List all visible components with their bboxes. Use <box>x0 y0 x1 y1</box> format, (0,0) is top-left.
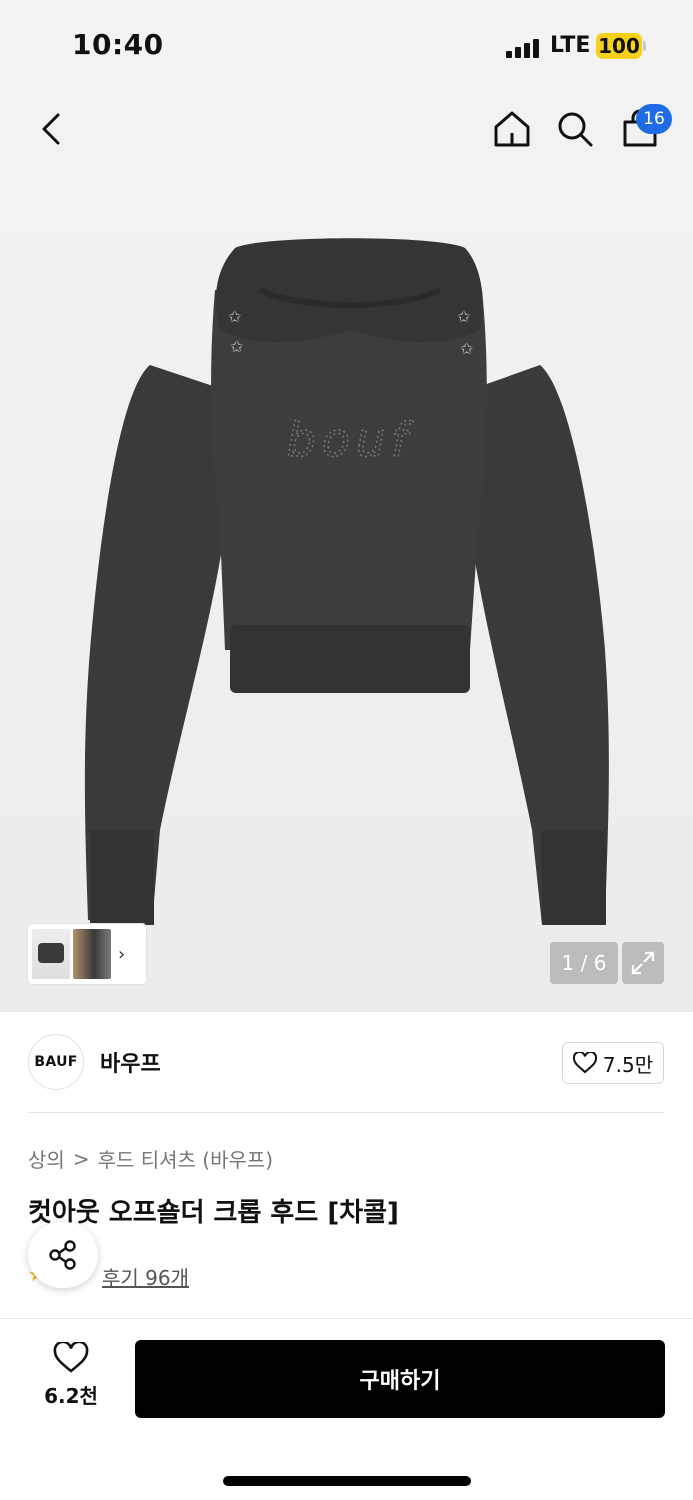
breadcrumb-subcategory[interactable]: 후드 티셔츠 (바우프) <box>98 1144 274 1173</box>
expand-icon <box>631 951 655 975</box>
back-button[interactable] <box>26 104 76 154</box>
thumbnail-1[interactable] <box>32 929 70 979</box>
home-icon <box>494 111 530 147</box>
thumbnail-2[interactable] <box>73 929 111 979</box>
waistband <box>230 625 470 693</box>
product-like-button[interactable]: 6.2천 <box>28 1342 114 1418</box>
review-link[interactable]: 후기 96개 <box>102 1262 189 1291</box>
image-counter: 1 / 6 <box>550 942 618 984</box>
search-icon <box>558 112 593 147</box>
battery-tip <box>643 41 646 51</box>
svg-text:✩: ✩ <box>228 307 242 326</box>
product-like-count: 6.2천 <box>44 1384 98 1408</box>
heart-icon <box>53 1342 89 1373</box>
signal-icon <box>506 38 540 58</box>
hoodie-body <box>211 290 487 650</box>
hoodie-hood <box>215 238 483 343</box>
brand-like-button[interactable]: 7.5만 <box>562 1042 664 1084</box>
thumbnail-strip[interactable]: › <box>28 924 146 984</box>
buy-button[interactable]: 구매하기 <box>135 1340 665 1418</box>
network-label: LTE <box>550 33 591 58</box>
chevron-left-icon <box>42 113 60 145</box>
product-title: 컷아웃 오프숄더 크롭 후드 [차콜] <box>28 1198 399 1228</box>
svg-text:✩: ✩ <box>457 307 471 326</box>
bottom-bar-divider <box>0 1318 693 1319</box>
brand-like-count: 7.5만 <box>602 1052 654 1077</box>
home-indicator <box>223 1476 471 1486</box>
expand-button[interactable] <box>622 942 664 984</box>
search-button[interactable] <box>550 104 600 154</box>
home-button[interactable] <box>487 104 537 154</box>
breadcrumb-separator: > <box>72 1146 90 1171</box>
svg-text:✩: ✩ <box>460 339 474 358</box>
status-time: 10:40 <box>72 28 164 61</box>
brand-name[interactable]: 바우프 <box>100 1046 161 1078</box>
breadcrumb-category[interactable]: 상의 <box>28 1144 65 1173</box>
product-image[interactable]: ✩ ✩ ✩ ✩ bouf <box>60 230 640 950</box>
svg-text:✩: ✩ <box>230 337 244 356</box>
share-button[interactable] <box>28 1222 98 1288</box>
chevron-right-icon[interactable]: › <box>118 944 125 965</box>
garment-logo: bouf <box>287 413 414 467</box>
share-icon <box>49 1240 76 1270</box>
brand-logo[interactable]: BAUF <box>28 1034 84 1090</box>
divider <box>28 1112 665 1113</box>
breadcrumb: 상의 > 후드 티셔츠 (바우프) <box>28 1144 273 1173</box>
heart-icon <box>572 1052 597 1074</box>
battery-icon: 100 <box>596 33 642 59</box>
cart-count-badge: 16 <box>636 104 672 134</box>
